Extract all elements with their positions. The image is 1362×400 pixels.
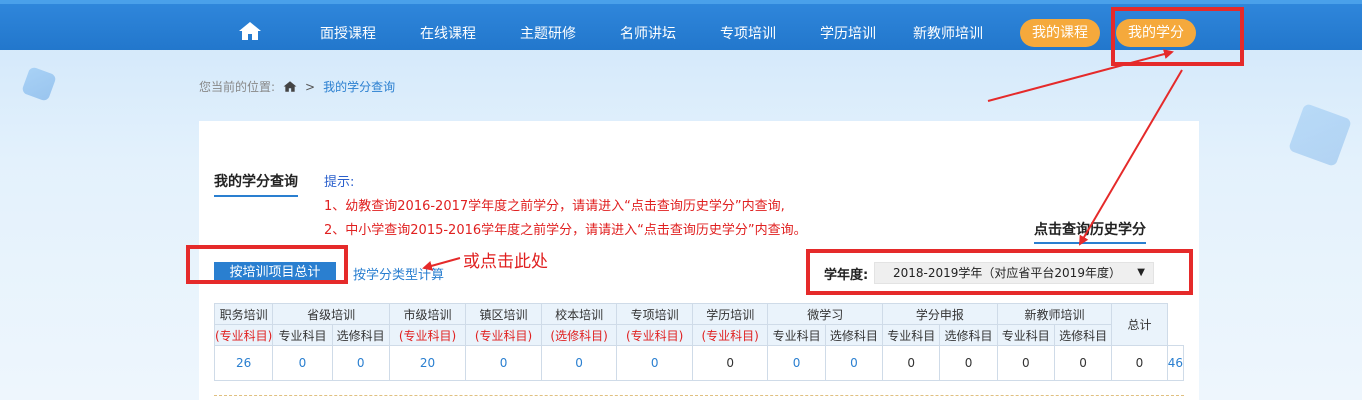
- col-header: 校本培训: [540, 303, 618, 325]
- cell-value[interactable]: 26: [213, 345, 274, 381]
- sub-header: 专业科目: [767, 324, 826, 346]
- cell-value[interactable]: 0: [465, 345, 542, 381]
- annotation-box-my-credits: [1111, 7, 1244, 66]
- cell-value: 0: [691, 345, 769, 381]
- cell-value[interactable]: 0: [272, 345, 333, 381]
- nav-item-degree-training[interactable]: 学历培训: [820, 23, 876, 43]
- tip-line-1: 1、幼教查询2016-2017学年度之前学分，请请进入“点击查询历史学分”内查询…: [324, 199, 785, 214]
- col-header: 学分申报: [882, 303, 998, 325]
- my-courses-button[interactable]: 我的课程: [1020, 19, 1100, 47]
- annotation-box-year-select: [806, 249, 1193, 295]
- cell-value: 0: [1053, 345, 1113, 381]
- page-title: 我的学分查询: [214, 171, 298, 197]
- cell-value[interactable]: 0: [824, 345, 884, 381]
- nav-item-theme-research[interactable]: 主题研修: [520, 23, 576, 43]
- col-header: 省级培训: [272, 303, 390, 325]
- cell-value: 0: [996, 345, 1055, 381]
- breadcrumb: 您当前的位置: > 我的学分查询: [199, 78, 395, 95]
- sub-header: 选修科目: [331, 324, 390, 346]
- decorative-cube: [21, 66, 57, 102]
- sub-header: (专业科目): [388, 324, 467, 346]
- cell-value: 0: [882, 345, 941, 381]
- cell-value-total[interactable]: 46: [1166, 345, 1185, 381]
- nav-item-online-courses[interactable]: 在线课程: [420, 23, 476, 43]
- sub-header: 选修科目: [1053, 324, 1113, 346]
- home-icon[interactable]: [283, 80, 297, 93]
- sub-header: 专业科目: [996, 324, 1055, 346]
- tip-line-2: 2、中小学查询2015-2016学年度之前学分，请请进入“点击查询历史学分”内查…: [324, 223, 807, 238]
- cell-value: 0: [939, 345, 998, 381]
- sub-header: (专业科目): [691, 324, 769, 346]
- tips-label: 提示:: [324, 175, 355, 190]
- col-header: 市级培训: [388, 303, 467, 325]
- cell-value: 0: [1111, 345, 1168, 381]
- cell-value[interactable]: 0: [767, 345, 826, 381]
- sub-header: (专业科目): [213, 324, 274, 346]
- sub-header: (选修科目): [540, 324, 618, 346]
- cell-value[interactable]: 0: [331, 345, 390, 381]
- col-header-total: 总计: [1111, 303, 1168, 346]
- nav-item-new-teacher-training[interactable]: 新教师培训: [913, 23, 983, 43]
- sub-header: 专业科目: [272, 324, 333, 346]
- cell-value[interactable]: 0: [616, 345, 693, 381]
- breadcrumb-label: 您当前的位置:: [199, 80, 276, 94]
- sub-header: 专业科目: [882, 324, 941, 346]
- breadcrumb-current[interactable]: 我的学分查询: [323, 78, 395, 95]
- breadcrumb-separator: >: [305, 79, 316, 94]
- col-header: 学历培训: [691, 303, 769, 325]
- col-header: 镇区培训: [465, 303, 542, 325]
- home-icon[interactable]: [238, 21, 262, 41]
- sub-header: 选修科目: [939, 324, 998, 346]
- history-credits-link[interactable]: 点击查询历史学分: [1034, 219, 1146, 244]
- col-header: 新教师培训: [996, 303, 1113, 325]
- calc-by-credit-type-link[interactable]: 按学分类型计算: [353, 264, 444, 283]
- credits-table: 职务培训 省级培训 市级培训 镇区培训 校本培训 专项培训 学历培训 微学习 学…: [213, 303, 1185, 381]
- decorative-cube: [1287, 102, 1353, 168]
- nav-item-special-training[interactable]: 专项培训: [720, 23, 776, 43]
- col-header: 专项培训: [616, 303, 693, 325]
- annotation-text: 或点击此处: [463, 252, 548, 272]
- nav-item-master-forum[interactable]: 名师讲坛: [620, 23, 676, 43]
- cell-value[interactable]: 20: [388, 345, 467, 381]
- table-row: 26 0 0 20 0 0 0 0 0 0 0 0 0 0 0 46: [213, 345, 1185, 381]
- sub-header: 选修科目: [824, 324, 884, 346]
- nav-item-face-to-face-courses[interactable]: 面授课程: [320, 23, 376, 43]
- sub-header: (专业科目): [465, 324, 542, 346]
- annotation-box-total-button: [186, 245, 348, 284]
- cell-value[interactable]: 0: [540, 345, 618, 381]
- dashed-divider: [214, 395, 1184, 396]
- col-header: 微学习: [767, 303, 884, 325]
- col-header: 职务培训: [213, 303, 274, 325]
- sub-header: (专业科目): [616, 324, 693, 346]
